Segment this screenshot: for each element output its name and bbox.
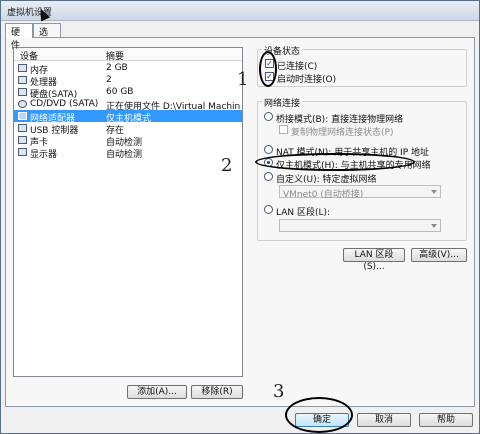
lan-segments-button[interactable]: LAN 区段(S)...: [343, 248, 405, 272]
connect-at-power-on-label: 启动时连接(O): [277, 75, 337, 85]
device-list-header: 设备 摘要: [14, 48, 242, 62]
cancel-button[interactable]: 取消: [357, 413, 411, 427]
chevron-down-icon: [431, 190, 437, 194]
annotation-number-2: 2: [221, 155, 233, 176]
device-row-cpu[interactable]: 处理器 2: [14, 74, 242, 88]
device-name: 显示器: [30, 150, 58, 160]
annotation-number-3: 3: [273, 381, 285, 402]
lan-segment-label: LAN 区段(L):: [276, 208, 331, 218]
device-row-display[interactable]: 显示器 自动检测: [14, 146, 242, 160]
column-summary[interactable]: 摘要: [106, 49, 124, 62]
annotation-ring-host-only: [255, 153, 415, 171]
device-row-network-adapter[interactable]: 网络适配器 仅主机模式: [14, 110, 242, 124]
custom-label: 自定义(U): 特定虚拟网络: [276, 175, 377, 185]
memory-icon: [18, 64, 27, 72]
device-summary: 60 GB: [106, 87, 134, 97]
advanced-button[interactable]: 高级(V)...: [411, 248, 467, 262]
help-button[interactable]: 帮助: [419, 413, 473, 427]
network-connection-title: 网络连接: [262, 96, 303, 109]
title-bar[interactable]: 虚拟机设置: [1, 1, 479, 21]
device-row-hdd[interactable]: 硬盘(SATA) 60 GB: [14, 86, 242, 100]
monitor-icon: [18, 148, 27, 156]
device-summary: 2: [106, 75, 112, 85]
device-row-sound[interactable]: 声卡 自动检测: [14, 134, 242, 148]
annotation-ring-checkboxes: [259, 51, 277, 87]
cpu-icon: [18, 76, 27, 84]
custom-network-value: VMnet0 (自动桥接): [283, 190, 364, 200]
custom-network-select[interactable]: VMnet0 (自动桥接): [279, 185, 441, 200]
vm-settings-window: 虚拟机设置 硬件 选项 设备 摘要 内存 2 GB 处理器 2 硬盘(SATA)…: [0, 0, 480, 434]
annotation-number-1: 1: [237, 69, 249, 90]
custom-radio[interactable]: [264, 172, 273, 181]
column-device[interactable]: 设备: [20, 49, 38, 62]
bridged-label: 桥接模式(B): 直接连接物理网络: [276, 115, 404, 125]
replicate-state-label: 复制物理网络连接状态(P): [291, 128, 394, 138]
annotation-ring-ok: [285, 397, 353, 433]
bridged-radio[interactable]: [264, 112, 273, 121]
device-name: CD/DVD (SATA): [30, 99, 99, 109]
nat-radio[interactable]: [264, 145, 273, 154]
device-row-usb[interactable]: USB 控制器 存在: [14, 122, 242, 136]
chevron-down-icon: [431, 224, 437, 228]
tab-options[interactable]: 选项: [33, 23, 61, 51]
network-adapter-icon: [18, 112, 27, 120]
usb-icon: [18, 124, 27, 132]
device-row-memory[interactable]: 内存 2 GB: [14, 62, 242, 76]
device-list[interactable]: 设备 摘要 内存 2 GB 处理器 2 硬盘(SATA) 60 GB CD/DV…: [13, 47, 243, 377]
replicate-state-checkbox[interactable]: [279, 125, 288, 134]
remove-device-button[interactable]: 移除(R): [191, 385, 243, 399]
cd-dvd-icon: [18, 100, 27, 108]
device-row-cdrom[interactable]: CD/DVD (SATA) 正在使用文件 D:\Virtual Machines…: [14, 98, 242, 112]
lan-segment-select[interactable]: [279, 219, 441, 232]
tab-hardware[interactable]: 硬件: [5, 23, 33, 51]
connected-label: 已连接(C): [277, 62, 318, 72]
speaker-icon: [18, 136, 27, 144]
add-device-button[interactable]: 添加(A)...: [127, 385, 187, 399]
device-summary: 自动检测: [106, 150, 143, 160]
hard-disk-icon: [18, 88, 27, 96]
lan-segment-radio[interactable]: [264, 205, 273, 214]
device-summary: 2 GB: [106, 63, 128, 73]
